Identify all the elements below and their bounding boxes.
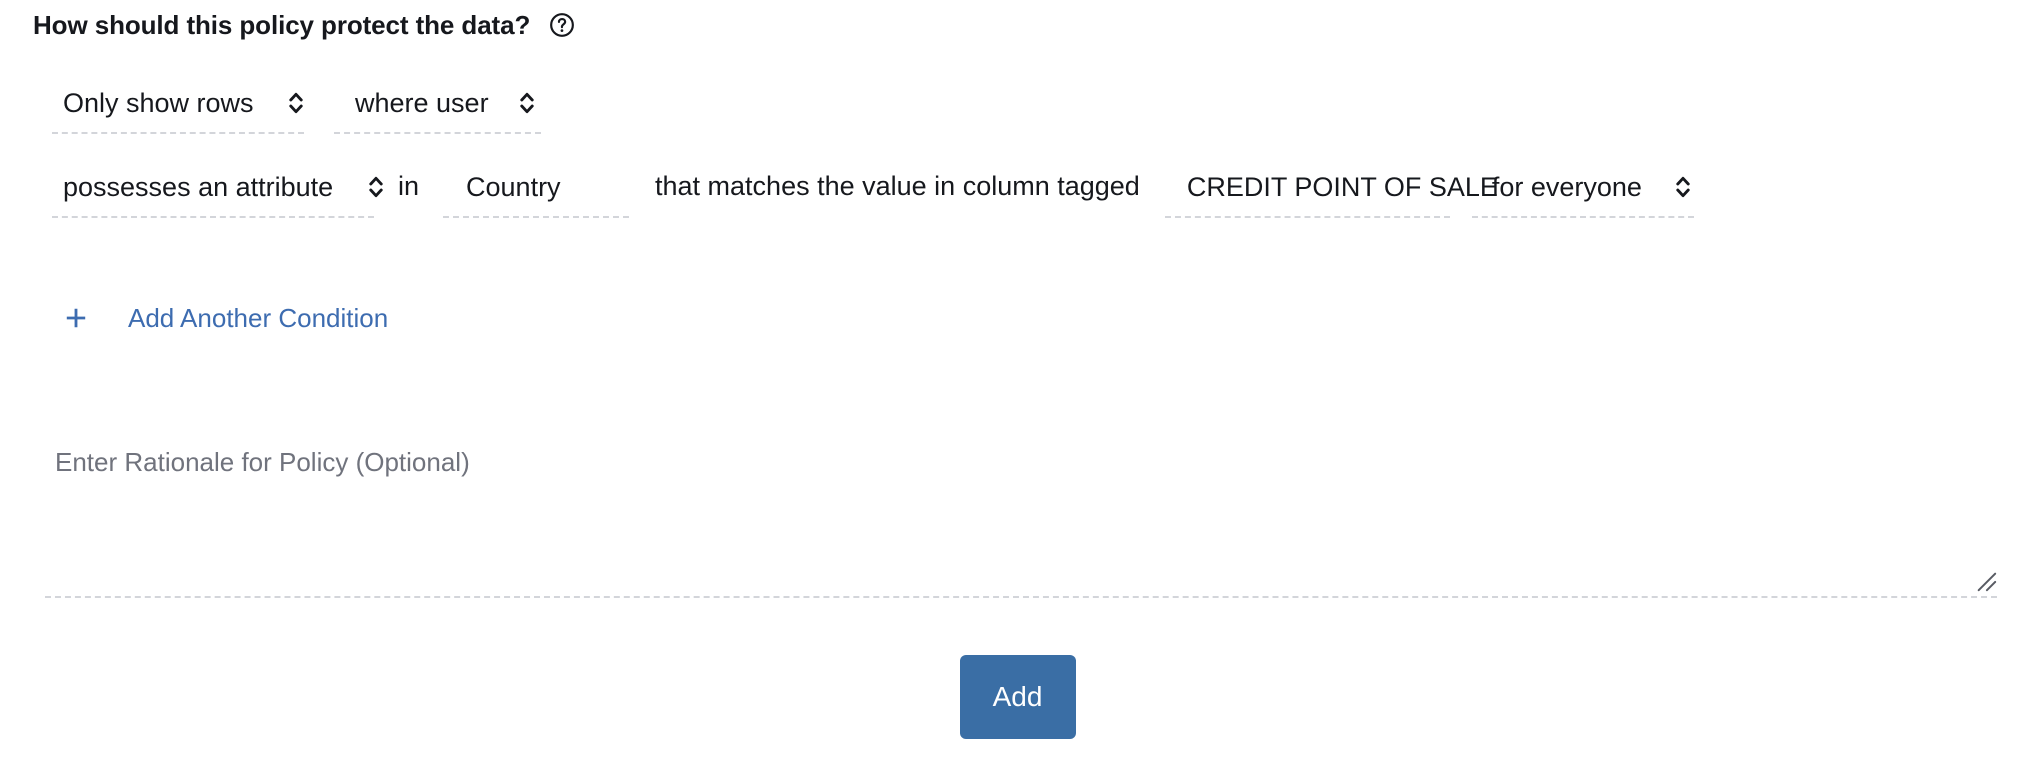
- policy-scope-select[interactable]: for everyone: [1471, 158, 1694, 218]
- connective-in: in: [398, 171, 420, 201]
- page-title-text: How should this policy protect the data?: [33, 9, 531, 40]
- condition-builder: Only show rows where user possesses an a…: [0, 62, 2035, 218]
- chevron-up-down-icon: [489, 88, 536, 118]
- connective-matches-column-tagged: that matches the value in column tagged: [655, 171, 1140, 201]
- policy-subject-value: where user: [355, 87, 489, 118]
- condition-row: Only show rows where user: [0, 62, 2035, 134]
- chevron-up-down-icon: [1642, 172, 1692, 202]
- chevron-up-down-icon: [333, 172, 385, 202]
- rationale-field-wrapper: [45, 432, 1997, 598]
- chevron-up-down-icon: [254, 88, 305, 118]
- policy-attribute-select[interactable]: Country: [443, 158, 630, 218]
- policy-action-value: Only show rows: [63, 87, 254, 118]
- policy-operator-value: possesses an attribute: [63, 171, 334, 202]
- help-circle-icon[interactable]: [549, 12, 575, 38]
- condition-row: possesses an attribute in Country that m…: [0, 134, 2035, 218]
- policy-column-tag-select[interactable]: CREDIT POINT OF SALE: [1164, 158, 1498, 218]
- add-another-condition-label: Add Another Condition: [128, 303, 389, 333]
- policy-action-select[interactable]: Only show rows: [52, 74, 304, 134]
- policy-attribute-value: Country: [466, 171, 561, 202]
- submit-row: Add: [0, 655, 2035, 739]
- policy-operator-select[interactable]: possesses an attribute: [52, 158, 383, 218]
- policy-scope-value: for everyone: [1491, 171, 1642, 202]
- add-button[interactable]: Add: [959, 655, 1076, 739]
- page-title: How should this policy protect the data?: [33, 8, 575, 42]
- policy-subject-select[interactable]: where user: [334, 74, 541, 134]
- rationale-textarea[interactable]: [45, 432, 1997, 598]
- policy-protection-form: How should this policy protect the data?…: [0, 0, 2035, 761]
- policy-column-tag-value: CREDIT POINT OF SALE: [1186, 171, 1498, 202]
- plus-icon: [63, 305, 89, 331]
- add-another-condition-button[interactable]: Add Another Condition: [63, 298, 388, 338]
